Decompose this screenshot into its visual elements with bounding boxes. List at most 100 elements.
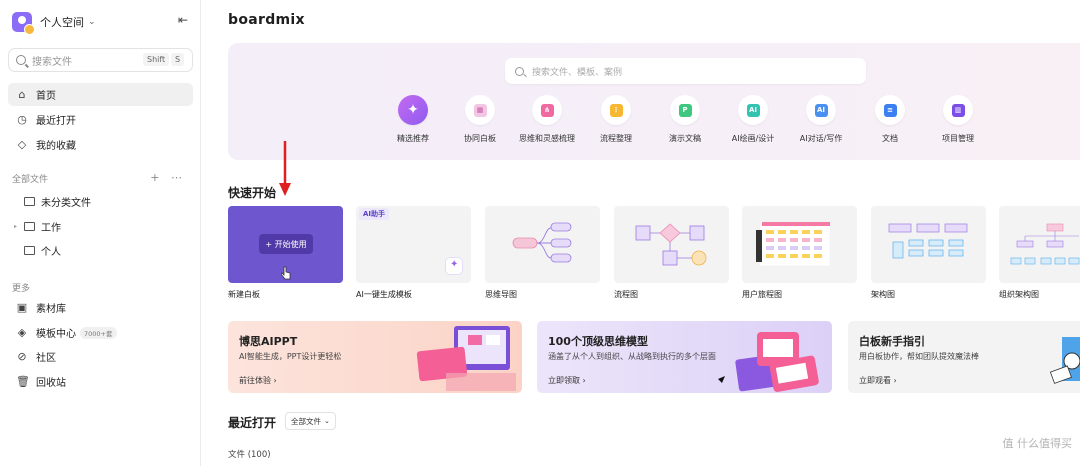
tag-icon: ◇ <box>17 138 27 151</box>
folder-uncategorized[interactable]: 未分类文件 <box>14 194 91 209</box>
sidebar-item-favorites[interactable]: ◇ 我的收藏 <box>8 133 193 156</box>
category-mindmap[interactable]: ⋔ 思维和灵感梳理 <box>512 95 582 144</box>
banner-beginner-guide[interactable]: 白板新手指引 用白板协作，帮如团队提效魔法棒 立即观看 › <box>848 321 1080 393</box>
image-icon: ▣ <box>16 301 28 314</box>
more-label: 更多 <box>12 284 31 294</box>
sidebar-item-community[interactable]: ⊘ 社区 <box>8 345 193 368</box>
architecture-template-card[interactable] <box>871 206 986 283</box>
template-label: 流程图 <box>614 290 638 299</box>
folder-label: 个人 <box>41 247 61 258</box>
category-label: 思维和灵感梳理 <box>519 134 575 143</box>
hero-search-placeholder: 搜索文件、模板、案例 <box>532 67 623 78</box>
all-files-label: 全部文件 <box>12 175 49 185</box>
org-chart-thumbnail <box>1010 223 1080 265</box>
recent-filter-dropdown[interactable]: 全部文件 ⌄ <box>285 412 336 430</box>
journey-thumbnail <box>756 221 831 267</box>
category-ai-chat[interactable]: AI AI对话/写作 <box>786 95 856 144</box>
all-files-actions[interactable]: + ⋯ <box>150 171 186 184</box>
file-icon <box>24 197 35 206</box>
template-count-badge: 7000+套 <box>80 326 117 339</box>
hero-panel: 搜索文件、模板、案例 ✦ 精选推荐 ▦ 协同白板 ⋔ 思维和灵感梳理 ⋮ 流程整… <box>228 43 1080 160</box>
sparkle-icon: ✦ <box>398 95 428 125</box>
template-label: AI一键生成模板 <box>356 290 412 299</box>
start-button[interactable]: + 开始使用 <box>259 234 313 254</box>
sidebar-item-label: 最近打开 <box>36 116 76 127</box>
category-project[interactable]: ▥ 项目管理 <box>923 95 993 144</box>
sidebar-item-recent[interactable]: ◷ 最近打开 <box>8 108 193 131</box>
mindmap-template-card[interactable] <box>485 206 600 283</box>
flowchart-template-card[interactable] <box>614 206 729 283</box>
banner-aippt[interactable]: 博思AIPPT AI智能生成，PPT设计更轻松 前往体验 › <box>228 321 522 393</box>
folder-work[interactable]: ▸ 工作 <box>14 219 61 234</box>
sidebar-item-label: 社区 <box>36 353 56 364</box>
recent-title: 最近打开 <box>228 416 277 430</box>
banner-thinking-models[interactable]: 100个顶级思维模型 涵盖了从个人到组织、从战略到执行的多个层面 立即领取 › <box>537 321 832 393</box>
search-icon <box>515 66 524 76</box>
sidebar-item-templates[interactable]: ◈ 模板中心 7000+套 <box>8 321 193 344</box>
ai-template-card[interactable]: AI助手 <box>356 206 471 283</box>
whiteboard-icon: ▦ <box>465 95 495 125</box>
banner-title: 白板新手指引 <box>859 335 925 348</box>
space-name: 个人空间 <box>40 16 84 29</box>
template-label: 新建白板 <box>228 290 260 299</box>
category-label: 精选推荐 <box>397 134 429 143</box>
template-label: 组织架构图 <box>999 290 1039 299</box>
flow-icon: ⋮ <box>601 95 631 125</box>
category-label: AI对话/写作 <box>799 134 843 143</box>
banner-link[interactable]: 立即领取 › <box>548 375 586 386</box>
shortcut-s: S <box>171 53 185 66</box>
category-label: 文档 <box>882 134 898 143</box>
template-label: 思维导图 <box>485 290 517 299</box>
banner-subtitle: AI智能生成，PPT设计更轻松 <box>239 352 342 361</box>
category-label: 演示文稿 <box>669 134 701 143</box>
lightbulb-illustration <box>1050 337 1080 384</box>
quick-start-title: 快速开始 <box>228 186 277 200</box>
collapse-sidebar-icon[interactable]: ⇤ <box>178 13 188 27</box>
hero-search-input[interactable]: 搜索文件、模板、案例 <box>505 58 866 84</box>
banner-link[interactable]: 立即观看 › <box>859 375 897 386</box>
cursor-hand-icon <box>281 266 291 280</box>
red-arrow-annotation <box>279 141 291 196</box>
category-ai-paint[interactable]: AI AI绘画/设计 <box>718 95 788 144</box>
trash-icon: 🗑 <box>16 375 30 388</box>
banner-link[interactable]: 前往体验 › <box>239 375 277 386</box>
category-label: 项目管理 <box>942 134 974 143</box>
category-presentation[interactable]: P 演示文稿 <box>650 95 720 144</box>
category-label: 流程整理 <box>600 134 632 143</box>
sidebar-item-label: 素材库 <box>36 304 66 315</box>
files-count: 文件 (100) <box>228 450 271 460</box>
banner-title: 博思AIPPT <box>239 335 298 348</box>
mindmap-thumbnail <box>512 222 572 263</box>
sidebar-item-label: 模板中心 <box>36 329 76 340</box>
folder-label: 未分类文件 <box>41 198 91 209</box>
journey-template-card[interactable] <box>742 206 857 283</box>
ai-paint-icon: AI <box>738 95 768 125</box>
expand-arrow-icon[interactable]: ▸ <box>14 223 22 230</box>
category-doc[interactable]: ≡ 文档 <box>855 95 925 144</box>
category-featured[interactable]: ✦ 精选推荐 <box>378 95 448 144</box>
sidebar-search[interactable]: 搜索文件 Shift S <box>8 48 193 72</box>
folder-icon <box>24 222 35 231</box>
presentation-icon: P <box>670 95 700 125</box>
home-icon: ⌂ <box>18 88 26 101</box>
sidebar-item-assets[interactable]: ▣ 素材库 <box>8 296 193 319</box>
laptop-illustration <box>416 326 516 391</box>
space-switcher[interactable]: 个人空间 ⌄ <box>12 12 96 35</box>
category-flow[interactable]: ⋮ 流程整理 <box>581 95 651 144</box>
sidebar-item-label: 首页 <box>36 91 56 102</box>
brand-logo: boardmix <box>228 12 305 28</box>
banner-subtitle: 涵盖了从个人到组织、从战略到执行的多个层面 <box>548 352 716 361</box>
sidebar-item-home[interactable]: ⌂ 首页 <box>8 83 193 106</box>
folder-personal[interactable]: 个人 <box>14 243 61 258</box>
sidebar-item-label: 我的收藏 <box>36 141 76 152</box>
sidebar-item-trash[interactable]: 🗑 回收站 <box>8 370 193 393</box>
template-icon: ◈ <box>17 326 27 339</box>
search-placeholder: 搜索文件 <box>32 56 72 68</box>
new-whiteboard-card[interactable]: + 开始使用 <box>228 206 343 283</box>
folder-label: 工作 <box>41 223 61 234</box>
ai-sparkle-icon <box>445 257 463 275</box>
category-label: 协同白板 <box>464 134 496 143</box>
app-window: 个人空间 ⌄ ⇤ 搜索文件 Shift S ⌂ 首页 ◷ 最近打开 ◇ 我的收藏… <box>0 0 1080 466</box>
org-chart-template-card[interactable] <box>999 206 1080 283</box>
category-whiteboard[interactable]: ▦ 协同白板 <box>445 95 515 144</box>
